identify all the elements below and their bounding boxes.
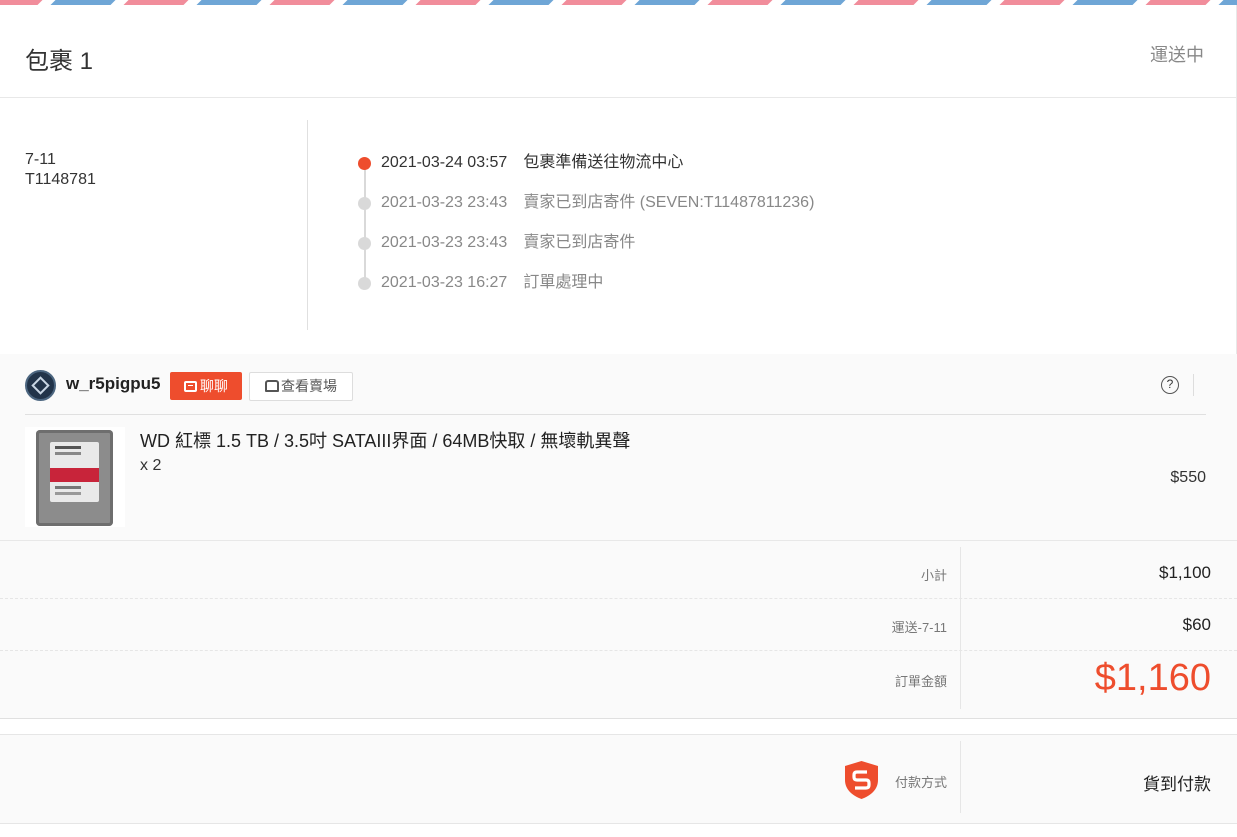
product-price: $550 <box>1170 469 1206 486</box>
tracking-number: T1148781 <box>25 171 96 188</box>
timeline-time: 2021-03-24 03:57 <box>381 154 508 171</box>
view-shop-label: 查看賣場 <box>281 378 337 394</box>
timeline-item: 2021-03-23 23:43 賣家已到店寄件 <box>355 228 814 268</box>
shield-icon <box>845 761 878 799</box>
tracking-section: 7-11 T1148781 2021-03-24 03:57 包裹準備送往物流中心… <box>0 98 1237 354</box>
product-item[interactable]: WD 紅標 1.5 TB / 3.5吋 SATAIII界面 / 64MB快取 /… <box>25 427 1206 527</box>
column-divider <box>960 547 961 599</box>
payment-section: 付款方式 貨到付款 <box>0 734 1237 824</box>
order-package-card: 包裹 1 運送中 7-11 T1148781 2021-03-24 03:57 包… <box>0 5 1237 837</box>
carrier-name: 7-11 <box>25 151 56 168</box>
subtotal-label: 小計 <box>920 568 947 583</box>
timeline-desc: 訂單處理中 <box>523 274 604 291</box>
total-row: 訂單金額 $1,160 <box>0 651 1237 713</box>
column-divider <box>960 599 961 651</box>
payment-method-label: 付款方式 <box>894 775 947 790</box>
help-icon[interactable]: ? <box>1161 376 1179 394</box>
timeline-desc: 賣家已到店寄件 (SEVEN:T11487811236) <box>523 194 815 211</box>
column-divider <box>960 651 961 709</box>
subtotal-row: 小計 $1,100 <box>0 541 1237 599</box>
package-status: 運送中 <box>1150 45 1204 65</box>
timeline-item: 2021-03-23 23:43 賣家已到店寄件 (SEVEN:T11487811… <box>355 188 814 228</box>
view-shop-button[interactable]: 查看賣場 <box>249 372 353 401</box>
shipping-label: 運送-7-11 <box>891 620 947 635</box>
shop-name[interactable]: w_r5pigpu5 <box>66 374 160 394</box>
timeline-item: 2021-03-23 16:27 訂單處理中 <box>355 268 814 308</box>
order-summary: 小計 $1,100 運送-7-11 $60 訂單金額 $1,160 <box>0 541 1237 719</box>
chat-button[interactable]: 聊聊 <box>170 372 242 400</box>
header-divider <box>1193 374 1194 396</box>
total-label: 訂單金額 <box>894 674 947 689</box>
timeline-dot-icon <box>358 237 371 250</box>
total-value: $1,160 <box>1094 657 1211 699</box>
vertical-divider <box>307 120 308 330</box>
product-name[interactable]: WD 紅標 1.5 TB / 3.5吋 SATAIII界面 / 64MB快取 /… <box>140 427 630 453</box>
shop-section: w_r5pigpu5 聊聊 查看賣場 ? WD 紅標 1.5 TB / 3.5吋… <box>0 354 1237 541</box>
shop-icon <box>265 380 279 392</box>
column-divider <box>960 741 961 813</box>
chat-button-label: 聊聊 <box>200 378 228 394</box>
tracking-timeline: 2021-03-24 03:57 包裹準備送往物流中心 2021-03-23 23… <box>355 148 814 308</box>
timeline-time: 2021-03-23 23:43 <box>381 234 508 251</box>
carrier-info: 7-11 T1148781 <box>25 150 96 190</box>
shop-header: w_r5pigpu5 聊聊 查看賣場 ? <box>25 366 1206 415</box>
product-image[interactable] <box>25 427 125 527</box>
timeline-time: 2021-03-23 23:43 <box>381 194 508 211</box>
timeline-desc: 賣家已到店寄件 <box>523 234 636 251</box>
timeline-time: 2021-03-23 16:27 <box>381 274 508 291</box>
subtotal-value: $1,100 <box>1159 563 1211 582</box>
timeline-dot-icon <box>358 197 371 210</box>
payment-method-value: 貨到付款 <box>1143 775 1211 794</box>
timeline-item: 2021-03-24 03:57 包裹準備送往物流中心 <box>355 148 814 188</box>
timeline-dot-icon <box>358 157 371 170</box>
shipping-value: $60 <box>1182 615 1211 634</box>
package-header: 包裹 1 運送中 <box>0 5 1237 98</box>
chat-icon <box>184 381 197 392</box>
shop-avatar[interactable] <box>25 370 56 401</box>
product-quantity: x 2 <box>140 457 162 474</box>
package-title: 包裹 1 <box>25 48 94 75</box>
hard-drive-image <box>36 430 113 526</box>
timeline-dot-icon <box>358 277 371 290</box>
shipping-row: 運送-7-11 $60 <box>0 599 1237 651</box>
timeline-desc: 包裹準備送往物流中心 <box>523 154 684 171</box>
